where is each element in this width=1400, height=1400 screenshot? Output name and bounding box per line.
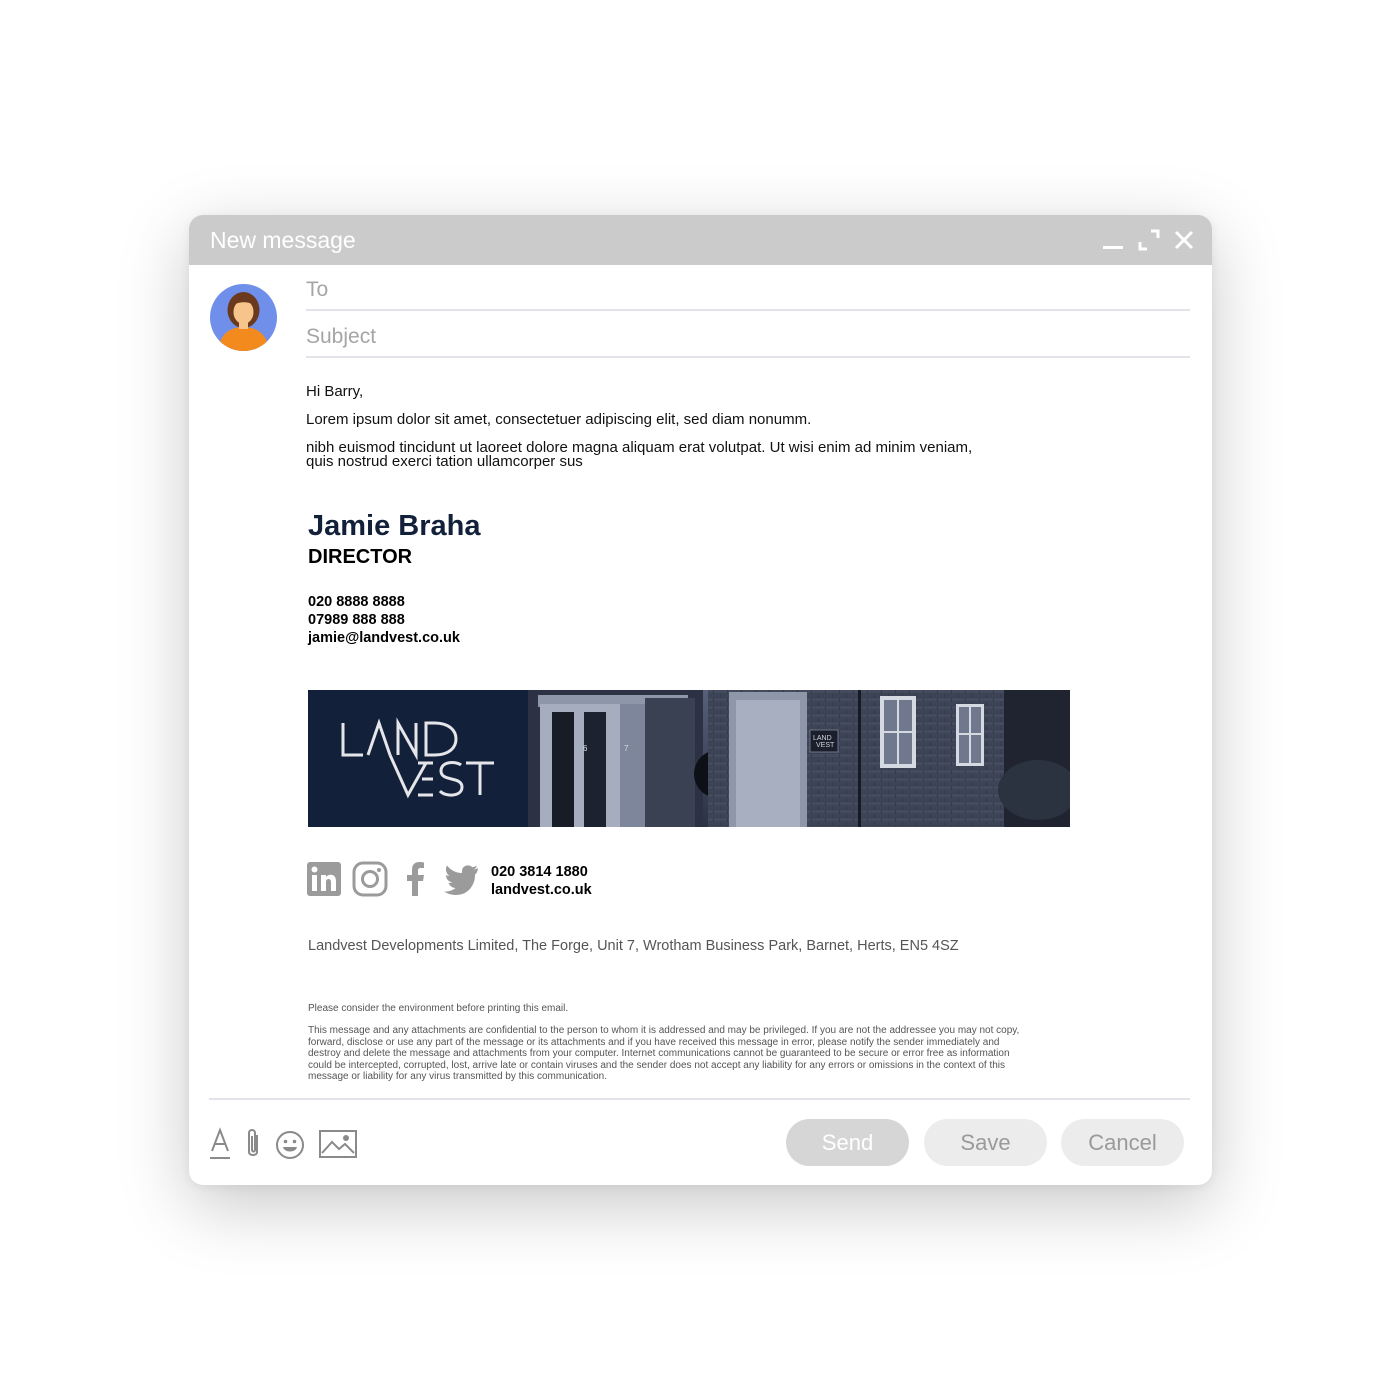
svg-text:VEST: VEST bbox=[816, 742, 835, 749]
landvest-logo bbox=[341, 717, 494, 799]
attachment-icon[interactable] bbox=[244, 1127, 262, 1161]
instagram-icon[interactable] bbox=[352, 861, 388, 897]
disclaimer-line: This message and any attachments are con… bbox=[308, 1025, 1020, 1036]
logo-panel bbox=[308, 690, 528, 827]
office-phone: 020 3814 1880 bbox=[491, 864, 588, 880]
signature-email[interactable]: jamie@landvest.co.uk bbox=[308, 630, 460, 646]
banner-small-logo: LAND VEST bbox=[813, 735, 835, 749]
close-icon[interactable] bbox=[1173, 229, 1195, 251]
body-line: quis nostrud exerci tation ullamcorper s… bbox=[306, 453, 583, 470]
emoji-icon[interactable] bbox=[275, 1127, 305, 1161]
environment-note: Please consider the environment before p… bbox=[308, 1003, 569, 1014]
subject-placeholder: Subject bbox=[306, 325, 377, 348]
save-button[interactable]: Save bbox=[924, 1119, 1047, 1166]
svg-text:LAND: LAND bbox=[813, 735, 832, 742]
signature-name: Jamie Braha bbox=[308, 510, 481, 542]
subject-field[interactable]: Subject bbox=[306, 325, 1190, 358]
image-icon[interactable] bbox=[319, 1127, 357, 1161]
disclaimer-line: destroy and delete the message and attac… bbox=[308, 1048, 1010, 1059]
website-link[interactable]: landvest.co.uk bbox=[491, 882, 592, 898]
send-button[interactable]: Send bbox=[786, 1119, 909, 1166]
disclaimer-line: could be intercepted, corrupted, lost, a… bbox=[308, 1059, 1006, 1071]
signature-phone: 020 8888 8888 bbox=[308, 594, 405, 610]
door-number: 7 bbox=[624, 744, 629, 753]
signature-mobile: 07989 888 888 bbox=[308, 612, 405, 628]
door-number: 6 bbox=[583, 744, 588, 753]
body-greeting: Hi Barry, bbox=[306, 383, 364, 400]
disclaimer-line: message or liability for any virus trans… bbox=[308, 1071, 608, 1082]
company-address: Landvest Developments Limited, The Forge… bbox=[308, 938, 959, 954]
title-bar: New message bbox=[189, 215, 1212, 265]
compose-window: New message To Subject Hi Barry, Lorem i… bbox=[189, 215, 1212, 1185]
signature-title: DIRECTOR bbox=[308, 546, 413, 568]
linkedin-icon[interactable] bbox=[306, 861, 342, 897]
text-format-icon[interactable] bbox=[209, 1127, 231, 1161]
body-line: Lorem ipsum dolor sit amet, consectetuer… bbox=[306, 411, 812, 428]
facebook-icon[interactable] bbox=[397, 861, 433, 897]
cancel-button[interactable]: Cancel bbox=[1061, 1119, 1184, 1166]
expand-icon[interactable] bbox=[1138, 229, 1160, 251]
to-placeholder: To bbox=[306, 278, 329, 301]
minimize-icon[interactable] bbox=[1102, 229, 1124, 251]
twitter-icon[interactable] bbox=[443, 861, 479, 897]
avatar bbox=[210, 284, 277, 351]
to-field[interactable]: To bbox=[306, 278, 1190, 311]
signature-banner: 6 7 LAND VEST bbox=[308, 690, 1070, 827]
disclaimer-line: forward, disclose or use any part of the… bbox=[308, 1036, 1000, 1048]
footer-divider bbox=[209, 1098, 1190, 1100]
window-title: New message bbox=[210, 227, 356, 253]
